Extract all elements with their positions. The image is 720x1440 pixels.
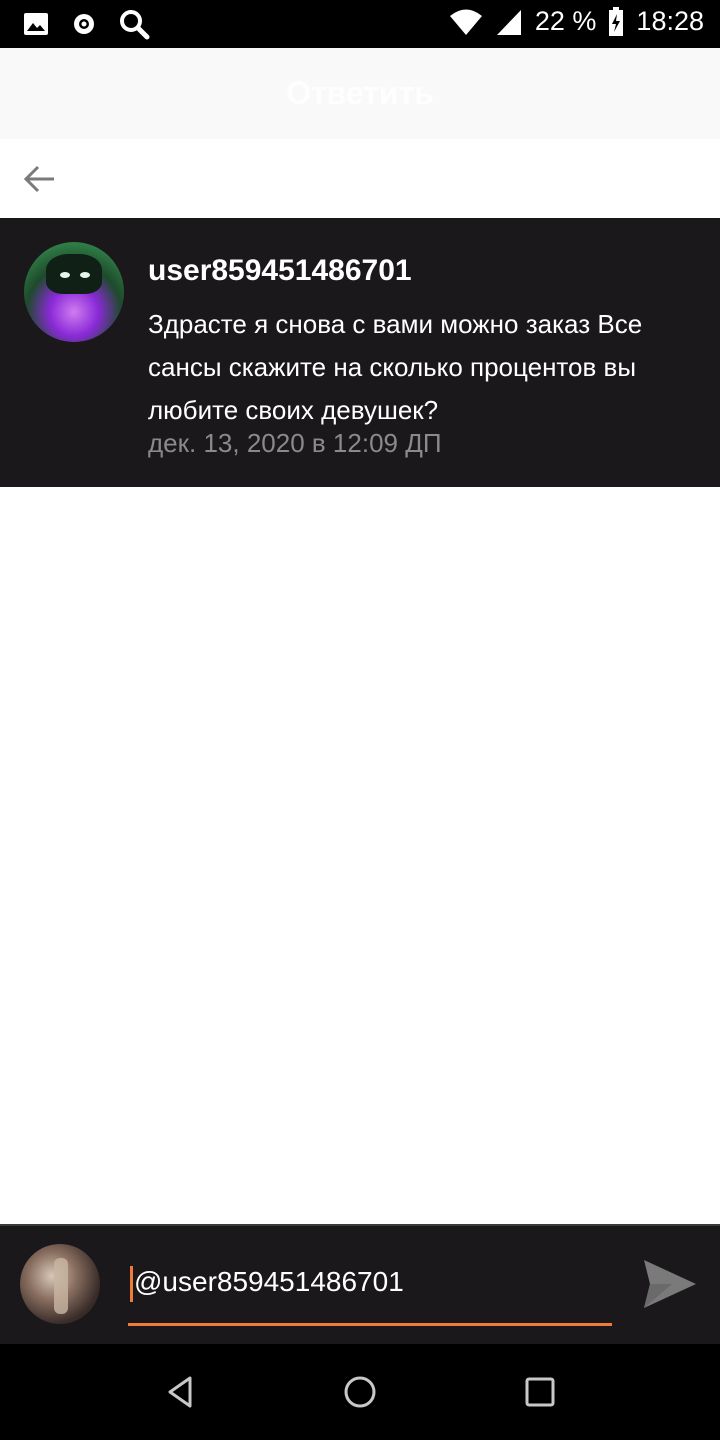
battery-percent: 22 % <box>534 6 597 36</box>
avatar-cat-shape <box>46 254 102 294</box>
circle-dot-icon <box>74 14 94 34</box>
comment-text: Здрасте я снова с вами можно заказ Все с… <box>148 309 643 425</box>
clock: 18:28 <box>636 6 704 36</box>
signal-icon <box>496 9 521 35</box>
comment-timestamp: дек. 13, 2020 в 12:09 ДП <box>148 428 442 458</box>
reply-avatar <box>20 1244 100 1324</box>
toolbar <box>0 139 720 218</box>
recents-square-icon[interactable] <box>520 1372 560 1412</box>
comment-author[interactable]: user859451486701 <box>148 254 412 288</box>
send-icon[interactable] <box>642 1258 698 1310</box>
page-title: Ответить <box>286 75 434 111</box>
avatar-eye <box>60 272 70 278</box>
reply-input[interactable]: @user859451486701 <box>128 1262 612 1326</box>
search-icon <box>120 10 150 40</box>
battery-charging-icon <box>609 6 624 36</box>
nav-bar <box>0 1344 720 1440</box>
avatar-figure <box>54 1258 68 1314</box>
avatar[interactable] <box>24 242 124 342</box>
home-circle-icon[interactable] <box>340 1372 380 1412</box>
status-right: 22 % 18:28 <box>449 6 704 37</box>
avatar-eye <box>80 272 90 278</box>
back-triangle-icon[interactable] <box>160 1372 200 1412</box>
reply-input-value: @user859451486701 <box>134 1266 404 1297</box>
status-left-icons <box>22 8 150 40</box>
arrow-left-icon[interactable] <box>20 159 60 199</box>
title-bar: Ответить <box>0 48 720 139</box>
status-bar: 22 % 18:28 <box>0 0 720 48</box>
text-cursor <box>130 1266 133 1302</box>
image-icon <box>24 13 48 35</box>
wifi-icon <box>449 9 482 35</box>
